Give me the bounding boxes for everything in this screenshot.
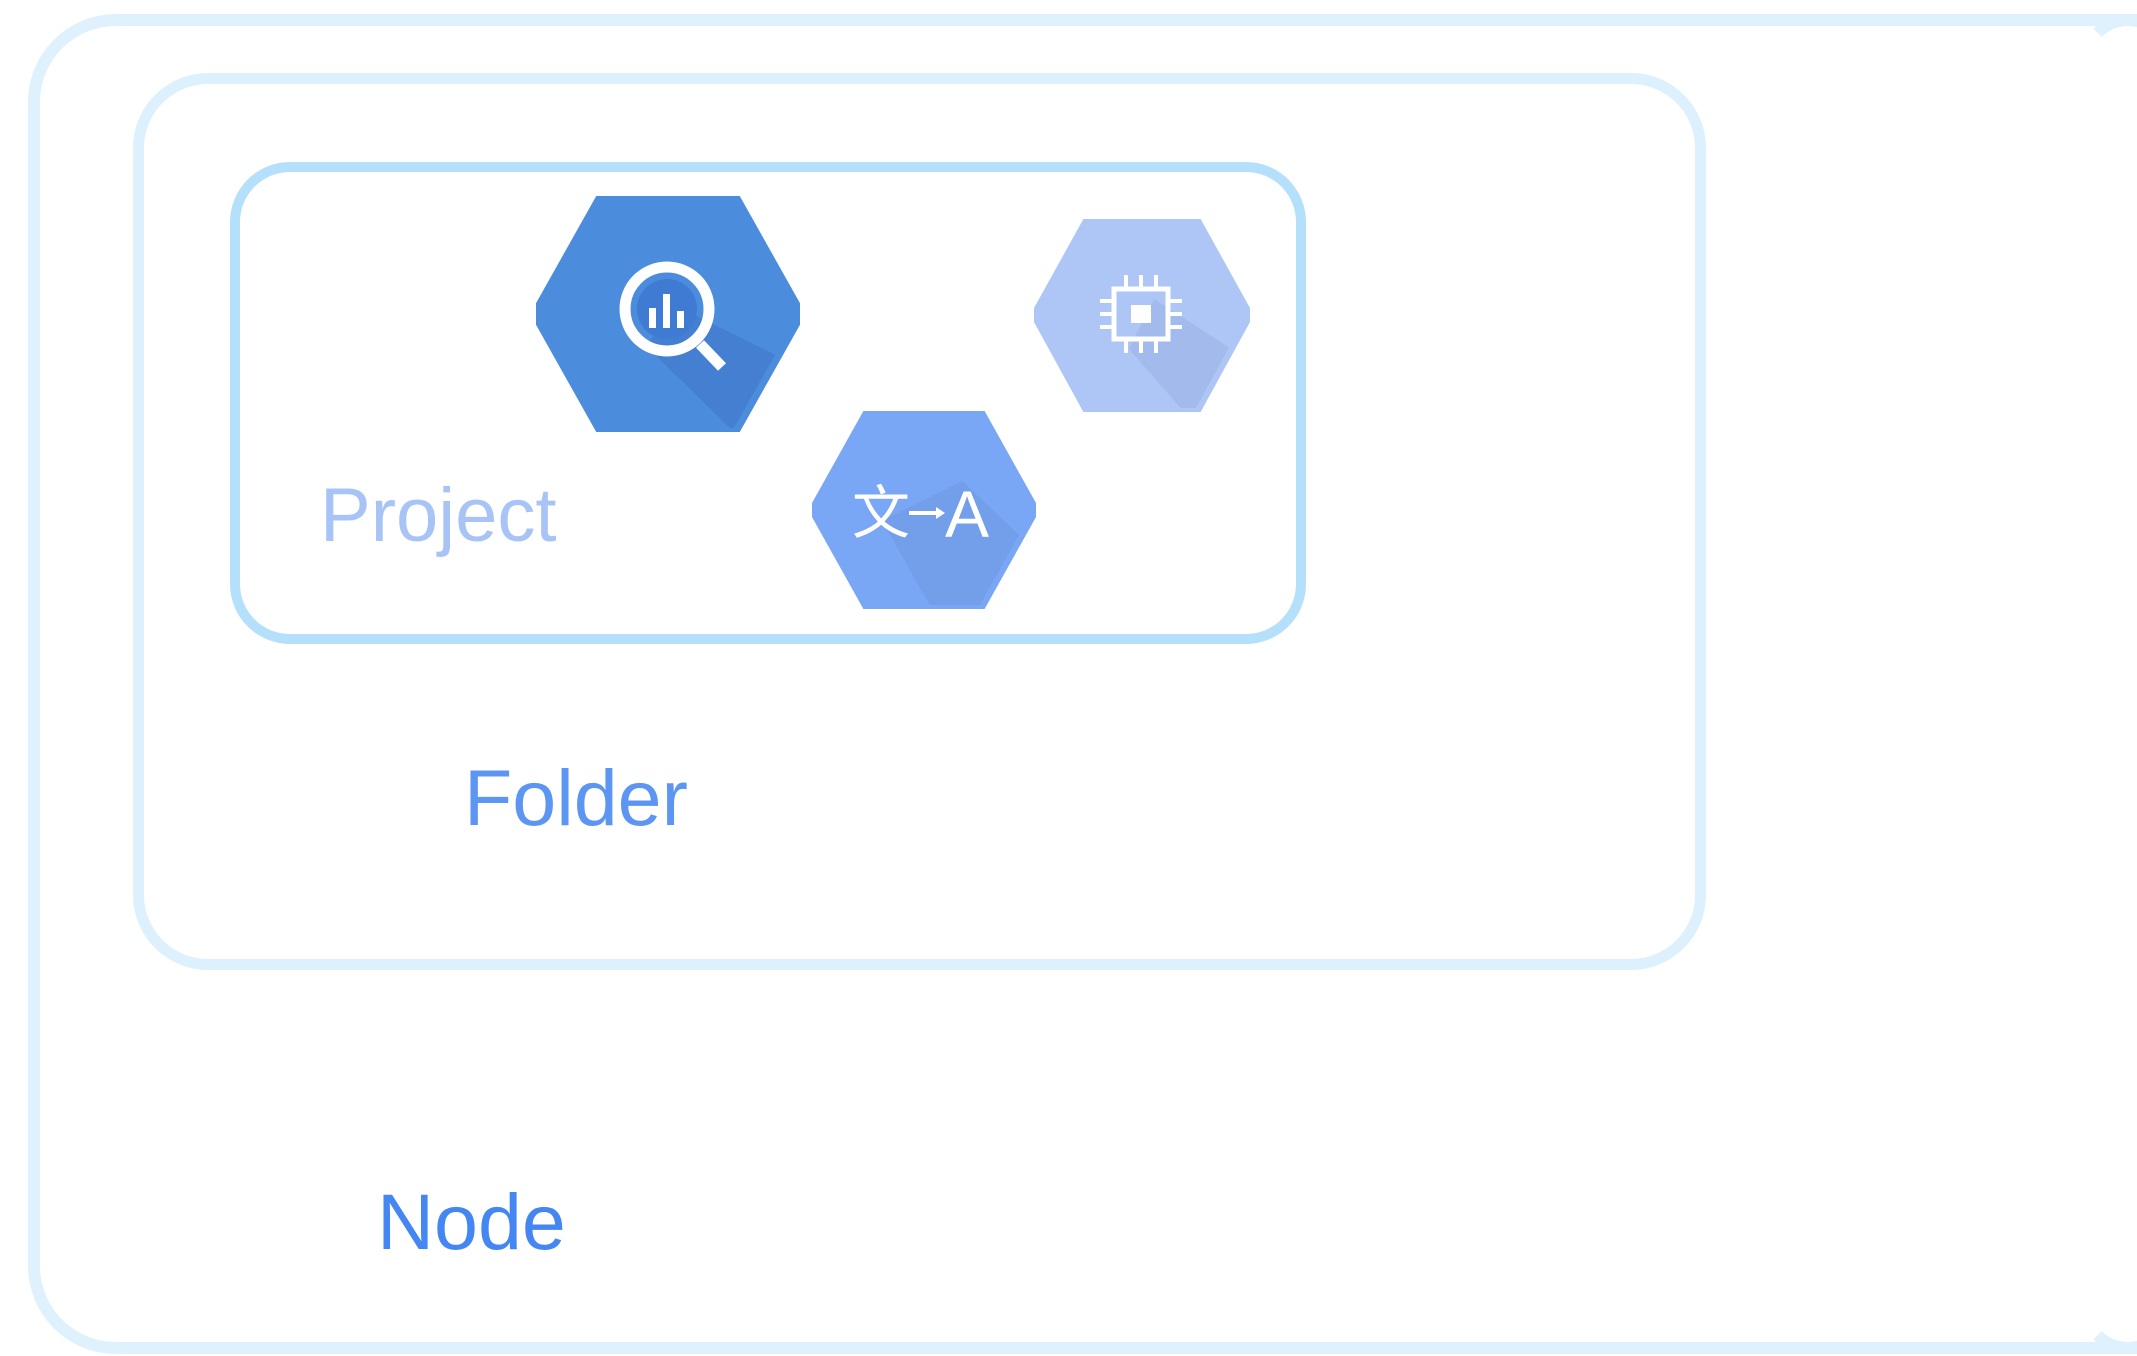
- folder-label: Folder: [464, 753, 688, 842]
- compute-engine-chip-icon: [1034, 219, 1250, 412]
- node-label: Node: [377, 1177, 566, 1266]
- project-label: Project: [320, 473, 557, 558]
- svg-text:文: 文: [852, 479, 910, 547]
- translation-icon: 文 A: [812, 411, 1036, 609]
- svg-text:A: A: [945, 477, 989, 551]
- node-container-right-edge: [2079, 14, 2137, 1354]
- bigquery-icon: [536, 196, 800, 432]
